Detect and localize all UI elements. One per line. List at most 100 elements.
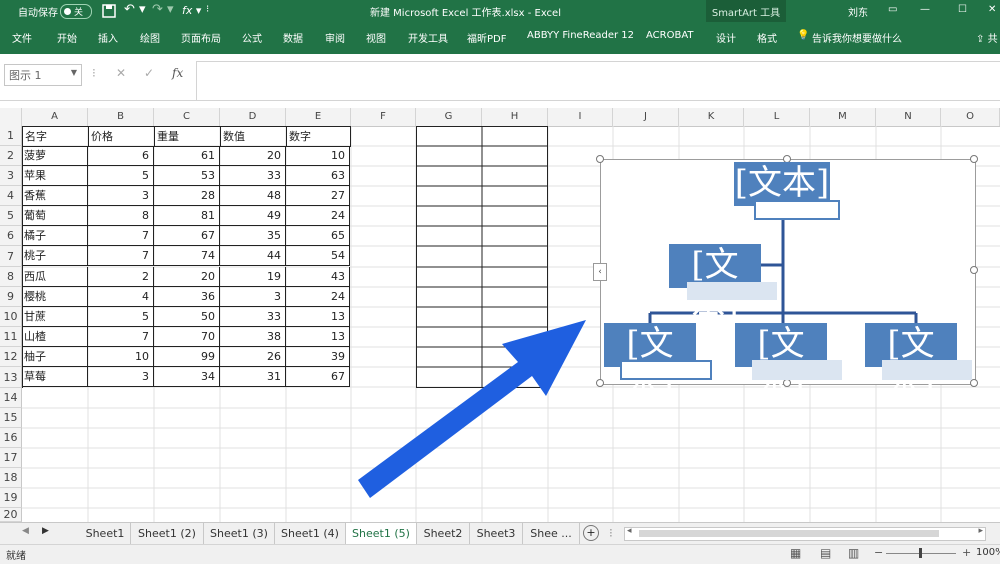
row-header-6[interactable]: 6 — [0, 226, 22, 246]
row-header-18[interactable]: 18 — [0, 468, 22, 488]
col-header-g[interactable]: G — [416, 108, 482, 126]
table-cell[interactable]: 63 — [286, 166, 350, 186]
smartart-subtext-box[interactable] — [752, 360, 842, 380]
table-cell[interactable]: 3 — [220, 287, 286, 307]
tab-insert[interactable]: 插入 — [98, 30, 118, 45]
table-cell[interactable]: 7 — [88, 226, 154, 246]
normal-view-icon[interactable]: ▦ — [790, 546, 801, 560]
smartart-subtext-box[interactable] — [882, 360, 972, 380]
table-cell[interactable]: 36 — [154, 287, 220, 307]
table-cell[interactable]: 柚子 — [22, 347, 88, 367]
customize-quick-access-icon[interactable]: ⁝ — [206, 4, 209, 15]
tab-draw[interactable]: 绘图 — [140, 30, 160, 45]
table-cell[interactable]: 48 — [220, 186, 286, 206]
row-header-14[interactable]: 14 — [0, 388, 22, 408]
table-cell[interactable]: 橘子 — [22, 226, 88, 246]
col-header-f[interactable]: F — [351, 108, 416, 126]
user-name[interactable]: 刘东 — [848, 4, 868, 19]
table-cell[interactable]: 44 — [220, 246, 286, 266]
row-header-3[interactable]: 3 — [0, 166, 22, 186]
sheet-tab[interactable]: Sheet1 — [80, 523, 131, 544]
table-cell[interactable]: 甘蔗 — [22, 307, 88, 327]
table-cell[interactable]: 樱桃 — [22, 287, 88, 307]
table-cell[interactable]: 50 — [154, 307, 220, 327]
tab-view[interactable]: 视图 — [366, 30, 386, 45]
next-sheet-icon[interactable]: ▶ — [42, 526, 49, 536]
tab-file[interactable]: 文件 — [12, 30, 32, 45]
row-header-19[interactable]: 19 — [0, 488, 22, 508]
table-cell[interactable]: 10 — [88, 347, 154, 367]
table-cell[interactable]: 西瓜 — [22, 267, 88, 287]
table-cell[interactable]: 7 — [88, 327, 154, 347]
tell-me-search[interactable]: 告诉我你想要做什么 — [812, 30, 902, 45]
name-box[interactable]: 图示 1 ▼ — [4, 64, 82, 86]
table-cell[interactable]: 6 — [88, 146, 154, 166]
table-cell[interactable]: 3 — [88, 367, 154, 387]
page-layout-view-icon[interactable]: ▤ — [820, 546, 831, 560]
table-cell[interactable]: 38 — [220, 327, 286, 347]
table-cell[interactable]: 20 — [154, 267, 220, 287]
share-button[interactable]: ⇪ 共 — [976, 30, 998, 45]
table-header-cell[interactable]: 重量 — [155, 127, 221, 147]
smartart-subtext-box[interactable] — [687, 282, 777, 300]
insert-function-icon[interactable]: fx — [172, 66, 183, 80]
tab-design[interactable]: 设计 — [716, 30, 736, 45]
tab-abbyy[interactable]: ABBYY FineReader 12 — [527, 30, 634, 41]
row-header-9[interactable]: 9 — [0, 287, 22, 307]
maximize-icon[interactable]: ☐ — [958, 4, 967, 15]
tab-data[interactable]: 数据 — [283, 30, 303, 45]
zoom-slider[interactable] — [886, 548, 956, 558]
table-cell[interactable]: 5 — [88, 166, 154, 186]
row-header-4[interactable]: 4 — [0, 186, 22, 206]
table-cell[interactable]: 43 — [286, 267, 350, 287]
ribbon-display-icon[interactable]: ▭ — [888, 4, 897, 15]
table-cell[interactable]: 10 — [286, 146, 350, 166]
col-header-m[interactable]: M — [810, 108, 876, 126]
scroll-right-icon[interactable]: ▸ — [978, 526, 983, 536]
smartart-subtext-box[interactable] — [620, 360, 712, 380]
table-cell[interactable]: 74 — [154, 246, 220, 266]
select-all-corner[interactable] — [0, 108, 22, 126]
sheet-tab[interactable]: Sheet1 (3) — [204, 523, 275, 544]
undo-icon[interactable]: ↶ ▾ — [124, 2, 146, 17]
chevron-down-icon[interactable]: ▼ — [71, 68, 77, 77]
table-cell[interactable]: 31 — [220, 367, 286, 387]
col-header-j[interactable]: J — [613, 108, 679, 126]
cancel-icon[interactable]: ✕ — [116, 66, 126, 80]
horizontal-scrollbar[interactable]: ◂ ▸ — [624, 526, 986, 541]
tab-foxit-pdf[interactable]: 福昕PDF — [467, 30, 506, 45]
page-break-view-icon[interactable]: ▥ — [848, 546, 859, 560]
sheet-tab[interactable]: Sheet3 — [470, 523, 523, 544]
minimize-icon[interactable]: — — [920, 4, 930, 15]
col-header-i[interactable]: I — [548, 108, 613, 126]
table-cell[interactable]: 葡萄 — [22, 206, 88, 226]
table-cell[interactable]: 草莓 — [22, 367, 88, 387]
zoom-slider-thumb[interactable] — [919, 548, 922, 558]
col-header-l[interactable]: L — [744, 108, 810, 126]
tab-developer[interactable]: 开发工具 — [408, 30, 448, 45]
table-cell[interactable]: 26 — [220, 347, 286, 367]
table-cell[interactable]: 49 — [220, 206, 286, 226]
tab-acrobat[interactable]: ACROBAT — [646, 30, 694, 41]
table-cell[interactable]: 28 — [154, 186, 220, 206]
col-header-n[interactable]: N — [876, 108, 941, 126]
sheet-tab[interactable]: Sheet2 — [417, 523, 470, 544]
row-header-20[interactable]: 20 — [0, 508, 22, 522]
table-cell[interactable]: 81 — [154, 206, 220, 226]
scroll-thumb[interactable] — [639, 530, 939, 537]
table-cell[interactable]: 24 — [286, 206, 350, 226]
table-cell[interactable]: 20 — [220, 146, 286, 166]
tab-formulas[interactable]: 公式 — [242, 30, 262, 45]
row-header-8[interactable]: 8 — [0, 267, 22, 287]
table-cell[interactable]: 菠萝 — [22, 146, 88, 166]
row-header-17[interactable]: 17 — [0, 448, 22, 468]
table-cell[interactable]: 33 — [220, 166, 286, 186]
row-header-5[interactable]: 5 — [0, 206, 22, 226]
table-cell[interactable]: 61 — [154, 146, 220, 166]
col-header-c[interactable]: C — [154, 108, 220, 126]
table-cell[interactable]: 39 — [286, 347, 350, 367]
table-cell[interactable]: 19 — [220, 267, 286, 287]
table-cell[interactable]: 7 — [88, 246, 154, 266]
table-cell[interactable]: 35 — [220, 226, 286, 246]
sheet-tab[interactable]: Shee ... — [523, 523, 580, 544]
